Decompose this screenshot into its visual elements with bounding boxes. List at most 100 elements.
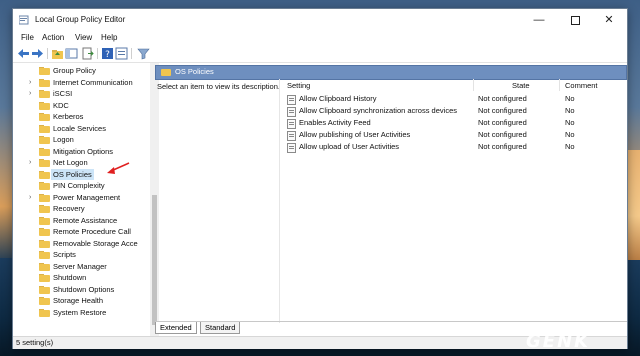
up-folder-icon[interactable] [51, 47, 64, 60]
folder-icon [39, 262, 50, 271]
folder-icon [39, 239, 50, 248]
folder-icon [39, 67, 50, 75]
minimize-button[interactable]: — [521, 9, 557, 31]
tab-extended[interactable]: Extended [155, 322, 197, 334]
folder-icon [39, 216, 50, 225]
table-row[interactable]: Enables Activity Feed Not configured No [283, 117, 625, 129]
annotation-arrow-icon [107, 162, 130, 174]
tree-item-power-management[interactable]: › Power Management [14, 192, 138, 204]
toolbar: ? [13, 45, 627, 63]
folder-icon [39, 193, 50, 202]
gpedit-window: Local Group Policy Editor — ✕ File Actio… [13, 9, 627, 349]
expand-chevron-icon[interactable]: › [29, 192, 37, 204]
column-divider[interactable] [473, 79, 474, 91]
table-row[interactable]: Allow Clipboard History Not configured No [283, 93, 625, 105]
policy-setting-icon [287, 131, 296, 141]
settings-table-header: Setting State Comment [283, 79, 625, 92]
menu-action[interactable]: Action [42, 33, 64, 42]
expand-chevron-icon[interactable]: › [29, 157, 37, 169]
tree-item-internet-communication[interactable]: › Internet Communication [14, 77, 138, 89]
status-text: 5 setting(s) [16, 338, 54, 347]
minimize-icon: — [533, 14, 545, 26]
folder-icon [39, 90, 50, 98]
show-hide-tree-icon[interactable] [65, 47, 78, 60]
policy-setting-icon [287, 95, 296, 105]
tree-item-system-restore[interactable]: System Restore [14, 307, 138, 319]
pane-header: OS Policies [155, 65, 627, 80]
forward-arrow-icon[interactable] [31, 47, 44, 60]
tree-item-remote-procedure-call[interactable]: Remote Procedure Call [14, 226, 138, 238]
back-arrow-icon[interactable] [17, 47, 30, 60]
table-row[interactable]: Allow upload of User Activities Not confi… [283, 141, 625, 153]
folder-icon [39, 297, 50, 305]
close-icon: ✕ [604, 14, 614, 26]
toolbar-separator [97, 48, 98, 59]
policy-setting-icon [287, 119, 296, 129]
tree-item-kdc[interactable]: KDC [14, 100, 138, 112]
tree-item-logon[interactable]: Logon [14, 134, 138, 146]
tree-item-iscsi[interactable]: › iSCSI [14, 88, 138, 100]
app-icon [19, 15, 29, 25]
window-title: Local Group Policy Editor [35, 15, 126, 24]
description-text: Select an item to view its description. [157, 82, 280, 91]
policy-tree[interactable]: Group Policy › Internet Communication › iS… [14, 63, 151, 339]
folder-icon [39, 228, 50, 236]
maximize-icon [570, 15, 580, 25]
toolbar-separator [47, 48, 48, 59]
tab-standard[interactable]: Standard [200, 322, 241, 334]
folder-icon [39, 113, 50, 121]
folder-icon [39, 170, 50, 179]
folder-icon [161, 69, 171, 76]
folder-icon [39, 136, 50, 144]
tree-item-scripts[interactable]: Scripts [14, 249, 138, 261]
export-list-icon[interactable] [81, 47, 94, 60]
folder-icon [39, 285, 50, 294]
svg-text:?: ? [105, 50, 110, 60]
pane-title: OS Policies [175, 67, 214, 76]
tree-item-remote-assistance[interactable]: Remote Assistance [14, 215, 138, 227]
tree-item-mitigation-options[interactable]: Mitigation Options [14, 146, 138, 158]
menu-view[interactable]: View [75, 33, 92, 42]
menu-help[interactable]: Help [101, 33, 117, 42]
folder-icon [39, 101, 50, 110]
folder-icon [39, 251, 50, 259]
tree-item-kerberos[interactable]: Kerberos [14, 111, 138, 123]
tree-item-recovery[interactable]: Recovery [14, 203, 138, 215]
maximize-button[interactable] [557, 9, 593, 31]
column-divider[interactable] [559, 79, 560, 91]
folder-icon [39, 78, 50, 87]
column-header-setting[interactable]: Setting [287, 81, 310, 90]
details-pane: OS Policies Select an item to view its d… [155, 65, 627, 323]
tree-item-server-manager[interactable]: Server Manager [14, 261, 138, 273]
tree-item-shutdown-options[interactable]: Shutdown Options [14, 284, 138, 296]
folder-icon [39, 308, 50, 317]
folder-icon [39, 205, 50, 213]
close-button[interactable]: ✕ [591, 9, 627, 31]
tree-item-shutdown[interactable]: Shutdown [14, 272, 138, 284]
tree-item-locale-services[interactable]: Locale Services [14, 123, 138, 135]
tree-item-removable-storage-access[interactable]: Removable Storage Acce [14, 238, 138, 250]
expand-chevron-icon[interactable]: › [29, 77, 37, 89]
folder-icon [39, 274, 50, 282]
expand-chevron-icon[interactable]: › [29, 88, 37, 100]
filter-icon[interactable] [137, 47, 150, 60]
tree-item-group-policy[interactable]: Group Policy [14, 65, 138, 77]
genk-watermark: GENK [526, 331, 591, 352]
help-icon[interactable]: ? [101, 47, 114, 60]
column-header-state[interactable]: State [512, 81, 530, 90]
description-divider [279, 79, 280, 323]
toolbar-separator [131, 48, 132, 59]
tree-item-pin-complexity[interactable]: PIN Complexity [14, 180, 138, 192]
policy-setting-icon [287, 107, 296, 117]
title-bar[interactable]: Local Group Policy Editor — ✕ [13, 9, 627, 31]
folder-icon [39, 182, 50, 190]
column-header-comment[interactable]: Comment [565, 81, 598, 90]
properties-icon[interactable] [115, 47, 128, 60]
table-row[interactable]: Allow Clipboard synchronization across d… [283, 105, 625, 117]
folder-icon [39, 147, 50, 156]
table-row[interactable]: Allow publishing of User Activities Not c… [283, 129, 625, 141]
folder-icon [39, 124, 50, 133]
menu-file[interactable]: File [21, 33, 34, 42]
folder-icon [39, 159, 50, 167]
tree-item-storage-health[interactable]: Storage Health [14, 295, 138, 307]
